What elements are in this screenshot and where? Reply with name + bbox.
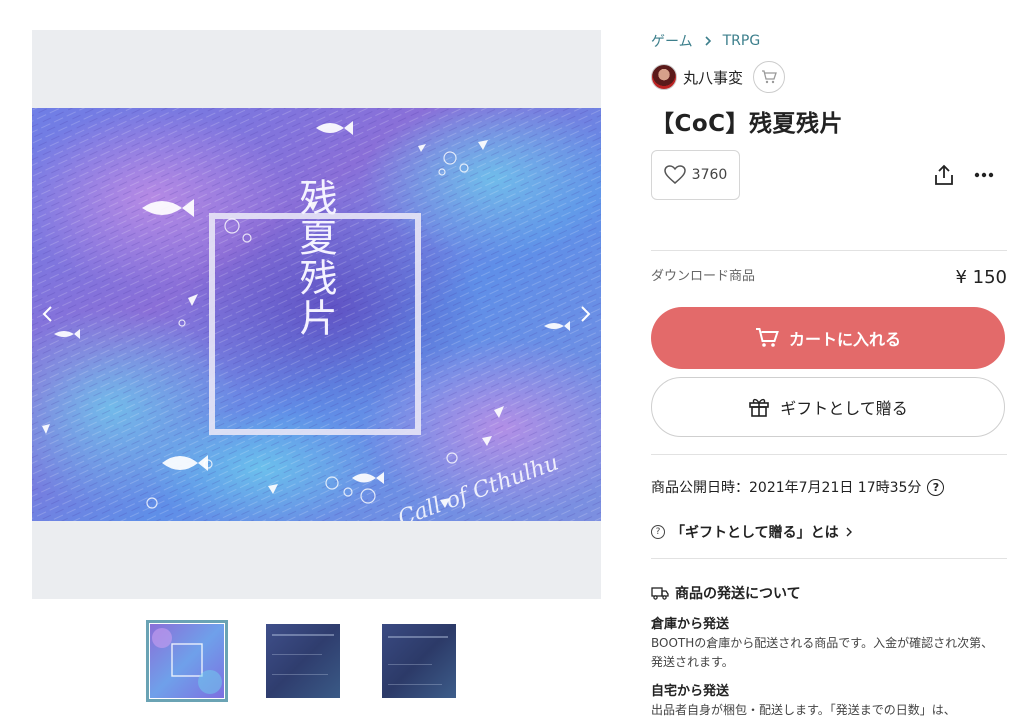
- share-icon: [935, 164, 953, 185]
- help-icon[interactable]: ?: [927, 478, 945, 496]
- cart-icon: [762, 70, 777, 84]
- breadcrumb-category[interactable]: ゲーム: [651, 31, 693, 51]
- thumbnail-2-image: [266, 624, 340, 698]
- arrow-right-icon: [581, 306, 591, 322]
- like-count: 3760: [691, 167, 728, 183]
- add-to-cart-label: カートに入れる: [788, 330, 901, 349]
- divider: [651, 454, 1007, 455]
- thumbnail-3[interactable]: [378, 620, 460, 702]
- product-main-image[interactable]: 残夏残片 Call of Cthulhu: [32, 108, 601, 521]
- like-button[interactable]: 3760: [651, 150, 740, 200]
- gallery-next-button[interactable]: [571, 300, 599, 328]
- divider: [651, 250, 1007, 251]
- shop-cart-button[interactable]: [753, 61, 786, 93]
- add-to-cart-button[interactable]: カートに入れる: [651, 307, 1005, 369]
- shipping-heading-text: 商品の発送について: [675, 586, 801, 602]
- published-date: 商品公開日時：2021年7月21日 17時35分 ?: [651, 477, 1007, 497]
- divider: [651, 558, 1007, 559]
- warehouse-shipping-text: BOOTHの倉庫から配送される商品です。入金が確認され次第、 発送されます。: [651, 634, 1007, 672]
- share-button[interactable]: [931, 162, 957, 188]
- home-shipping-text: 出品者自身が梱包・配送します。「発送までの日数」は、: [651, 703, 956, 717]
- arrow-left-icon: [42, 306, 52, 322]
- warehouse-shipping-title: 倉庫から発送: [651, 617, 730, 632]
- breadcrumb: ゲーム TRPG: [651, 30, 1007, 52]
- thumbnail-strip: [146, 620, 460, 702]
- product-title: 【CoC】残夏残片: [651, 111, 844, 137]
- gift-button[interactable]: ギフトとして贈る: [651, 377, 1005, 437]
- published-date-text: 商品公開日時：2021年7月21日 17時35分: [651, 480, 922, 496]
- product-type: ダウンロード商品: [651, 269, 756, 284]
- gallery-prev-button[interactable]: [34, 300, 62, 328]
- gift-about-label: 「ギフトとして贈る」とは: [671, 525, 839, 541]
- chevron-right-icon: [705, 36, 711, 46]
- shop-name[interactable]: 丸八事変: [683, 67, 743, 88]
- image-gallery: 残夏残片 Call of Cthulhu: [32, 30, 601, 599]
- gift-icon: [749, 398, 770, 417]
- shipping-heading: 商品の発送について: [651, 583, 1007, 603]
- thumbnail-1[interactable]: [146, 620, 228, 702]
- price-row: ダウンロード商品 ¥ 150: [651, 263, 1007, 303]
- warehouse-shipping-text-line-2: 発送されます。: [651, 655, 734, 669]
- help-icon: ?: [651, 525, 665, 539]
- more-icon: [974, 172, 994, 178]
- thumbnail-3-image: [382, 624, 456, 698]
- shop-row: 丸八事変: [651, 60, 1007, 94]
- product-price: ¥ 150: [955, 267, 1007, 288]
- warehouse-shipping-text-line-1: BOOTHの倉庫から配送される商品です。入金が確認され次第、: [651, 636, 994, 650]
- home-shipping-title: 自宅から発送: [651, 684, 730, 699]
- chevron-right-icon: [846, 527, 852, 537]
- truck-icon: [651, 587, 669, 600]
- gift-about-link[interactable]: ? 「ギフトとして贈る」とは: [651, 522, 1007, 542]
- breadcrumb-subcategory[interactable]: TRPG: [723, 33, 761, 49]
- product-info-panel: ゲーム TRPG 丸八事変 【CoC】残夏残片 3760 ダウンロード商品 ¥ …: [651, 30, 1007, 720]
- shop-avatar[interactable]: [651, 64, 677, 90]
- actions-row: 3760: [651, 150, 1007, 202]
- thumbnail-2[interactable]: [262, 620, 344, 702]
- cart-icon: [755, 328, 779, 347]
- heart-icon: [663, 165, 686, 184]
- more-button[interactable]: [971, 162, 997, 188]
- thumbnail-1-image: [150, 624, 224, 698]
- gift-button-label: ギフトとして贈る: [780, 399, 908, 418]
